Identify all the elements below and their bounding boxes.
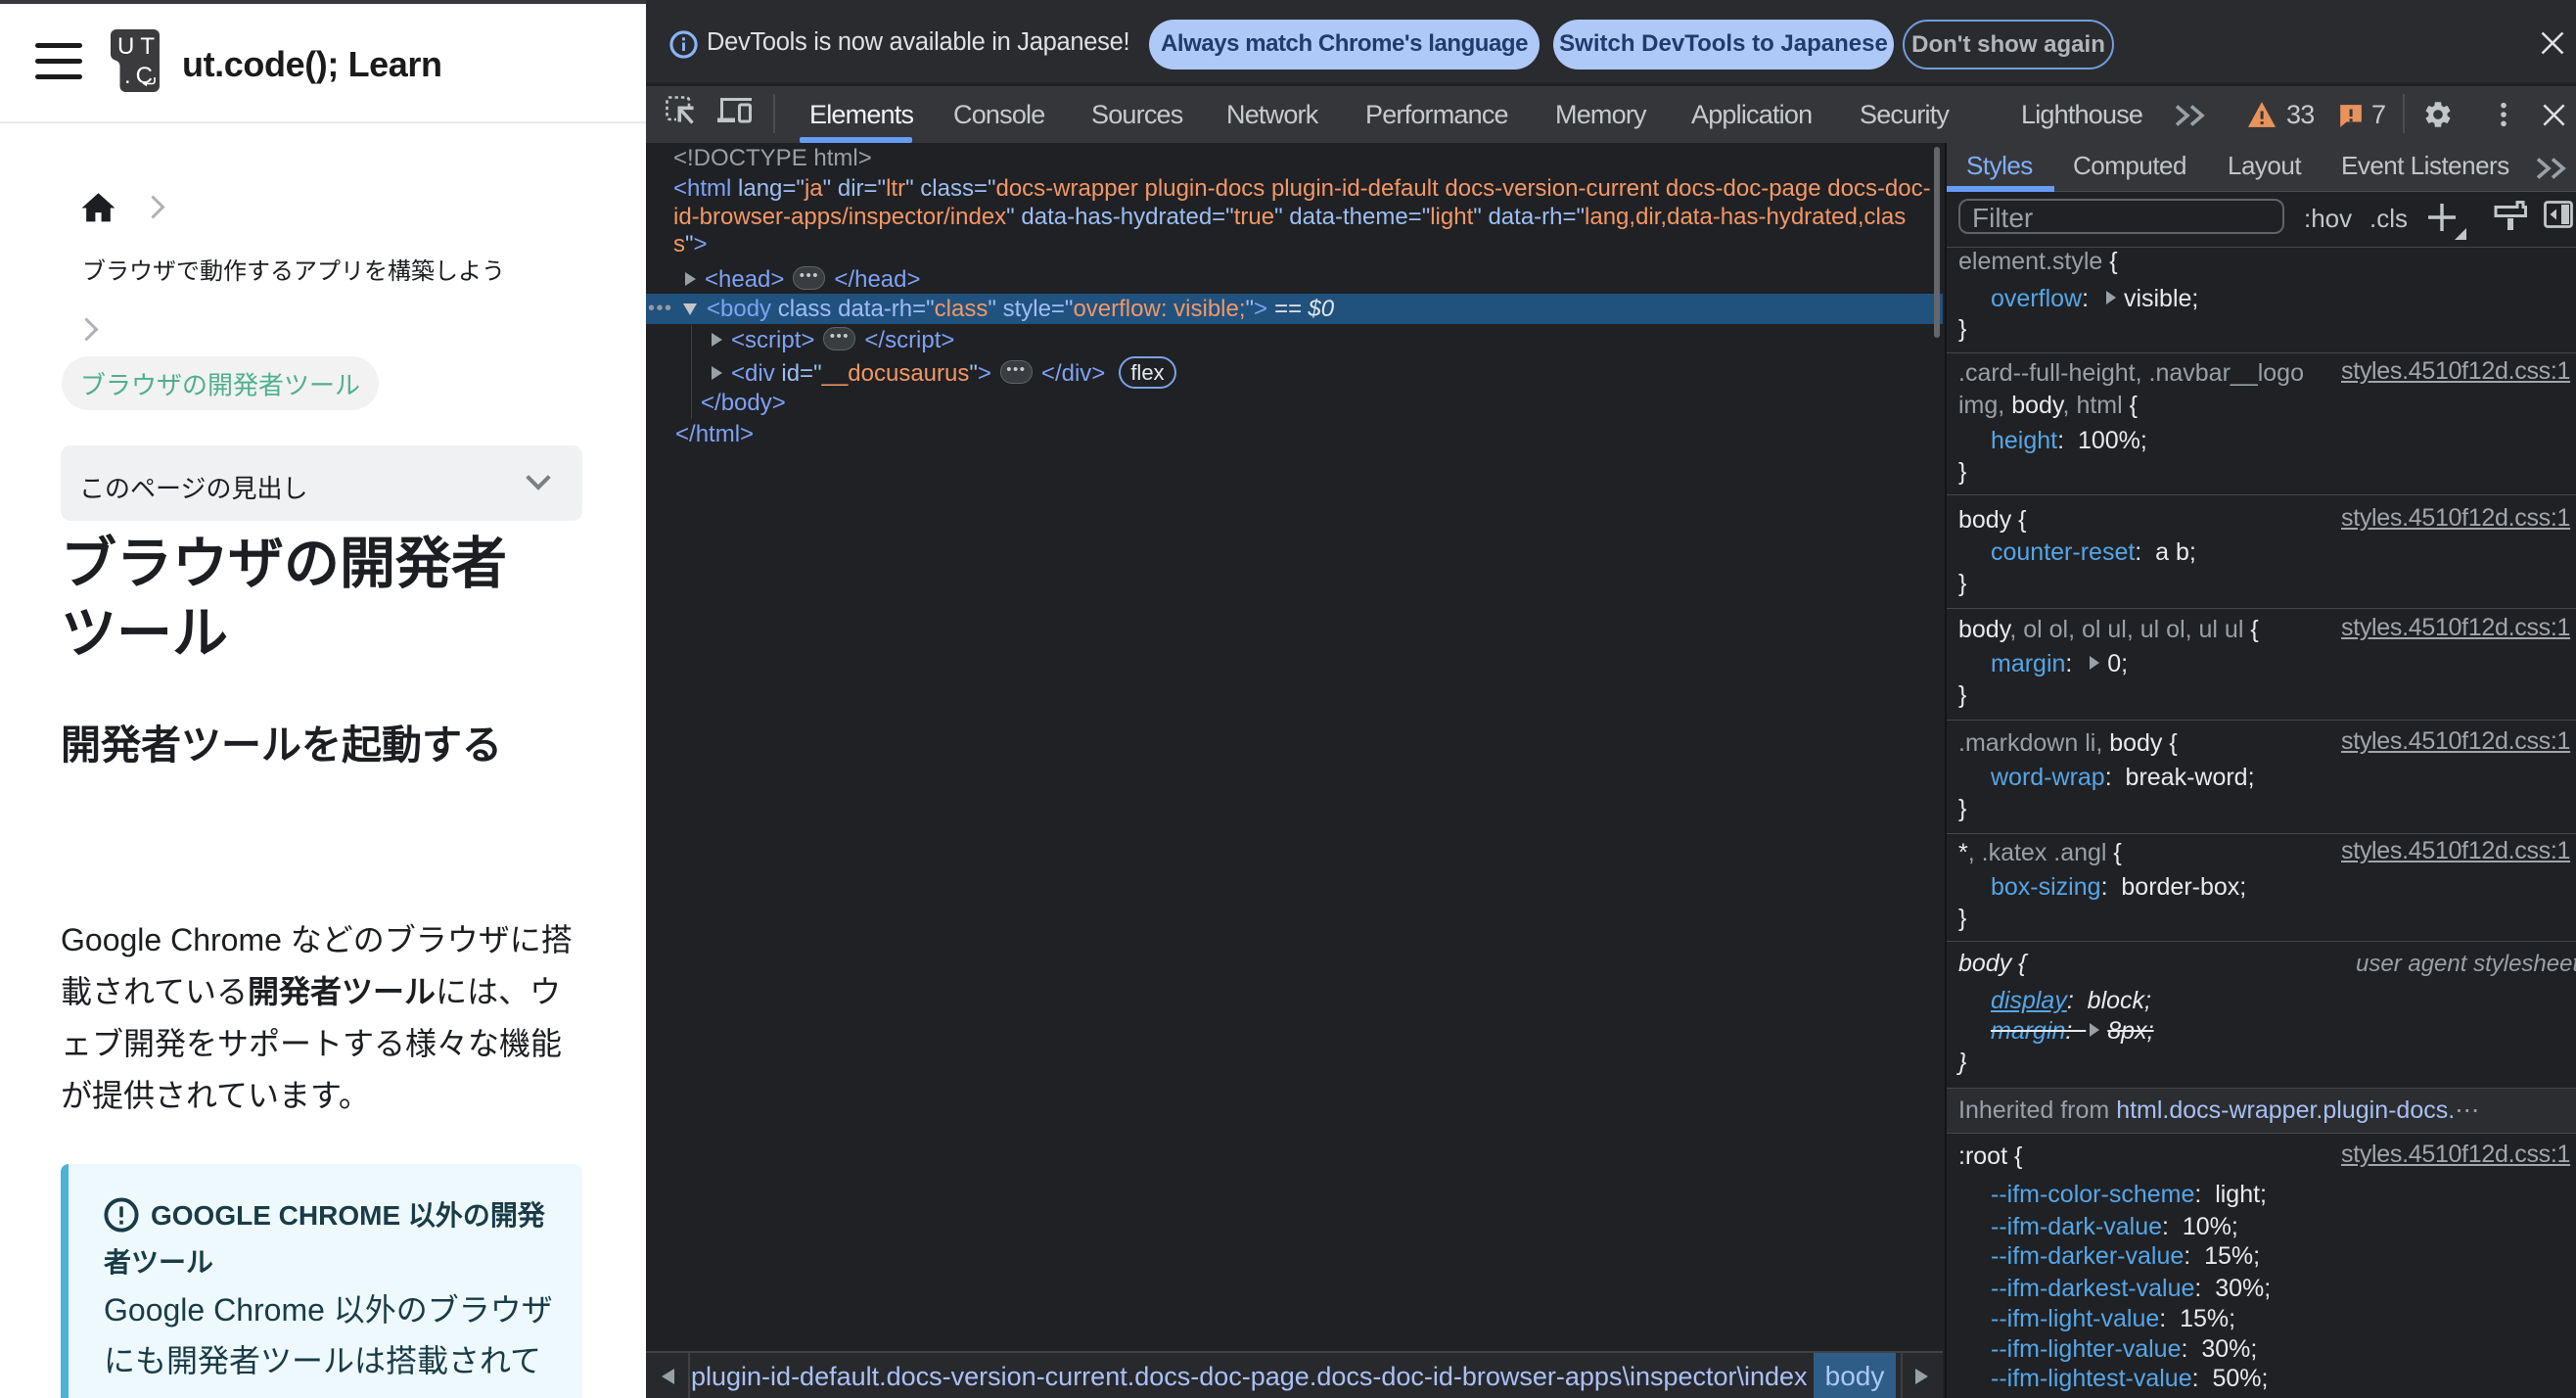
svg-text:UT: UT <box>117 33 160 60</box>
svg-text:.C: .C <box>124 63 158 89</box>
